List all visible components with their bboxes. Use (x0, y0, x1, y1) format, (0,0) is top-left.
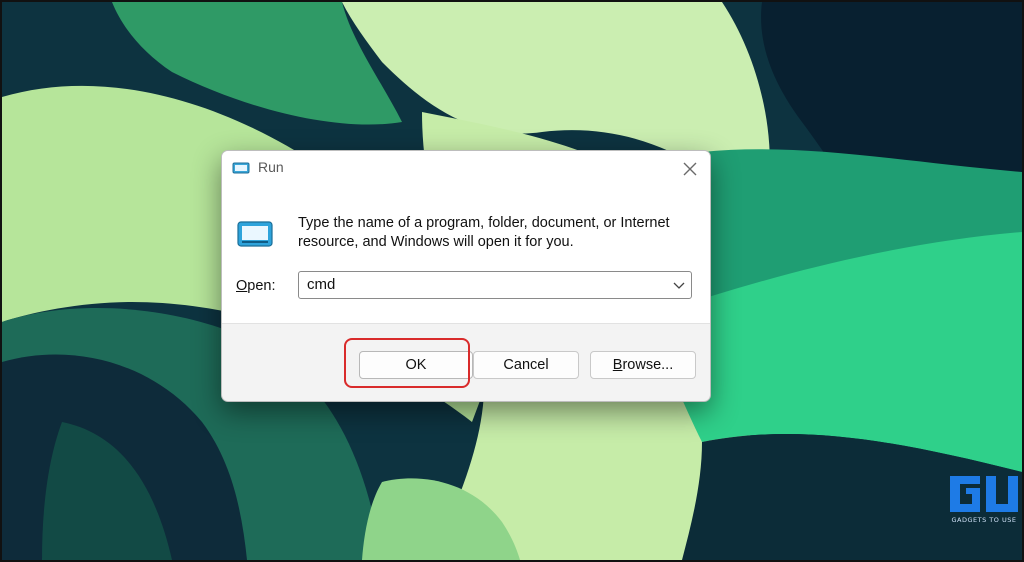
dialog-description: Type the name of a program, folder, docu… (298, 215, 670, 250)
browse-mnemonic: B (612, 357, 623, 373)
run-icon (237, 221, 273, 247)
watermark: GADGETS TO USE (946, 472, 1022, 528)
open-label-rest: pen: (247, 278, 276, 294)
cancel-button[interactable]: Cancel (473, 351, 579, 379)
dialog-content: Type the name of a program, folder, docu… (222, 187, 710, 324)
open-label: Open: (236, 278, 276, 294)
browse-label-rest: rowse... (622, 357, 674, 373)
dialog-title: Run (258, 159, 284, 175)
browse-button[interactable]: Browse... (590, 351, 696, 379)
open-combobox[interactable]: cmd (298, 271, 692, 299)
ok-highlight-annotation (344, 338, 470, 388)
watermark-text: GADGETS TO USE (951, 516, 1017, 524)
gadgets-to-use-logo (950, 476, 1018, 512)
open-input[interactable]: cmd (307, 276, 335, 293)
close-icon[interactable] (678, 157, 702, 181)
chevron-down-icon[interactable] (671, 277, 687, 293)
open-label-mnemonic: O (236, 278, 248, 294)
title-bar[interactable]: Run (222, 151, 710, 187)
screenshot-frame: Run Type the name of a program, folder, … (0, 0, 1024, 562)
run-icon (232, 162, 250, 174)
